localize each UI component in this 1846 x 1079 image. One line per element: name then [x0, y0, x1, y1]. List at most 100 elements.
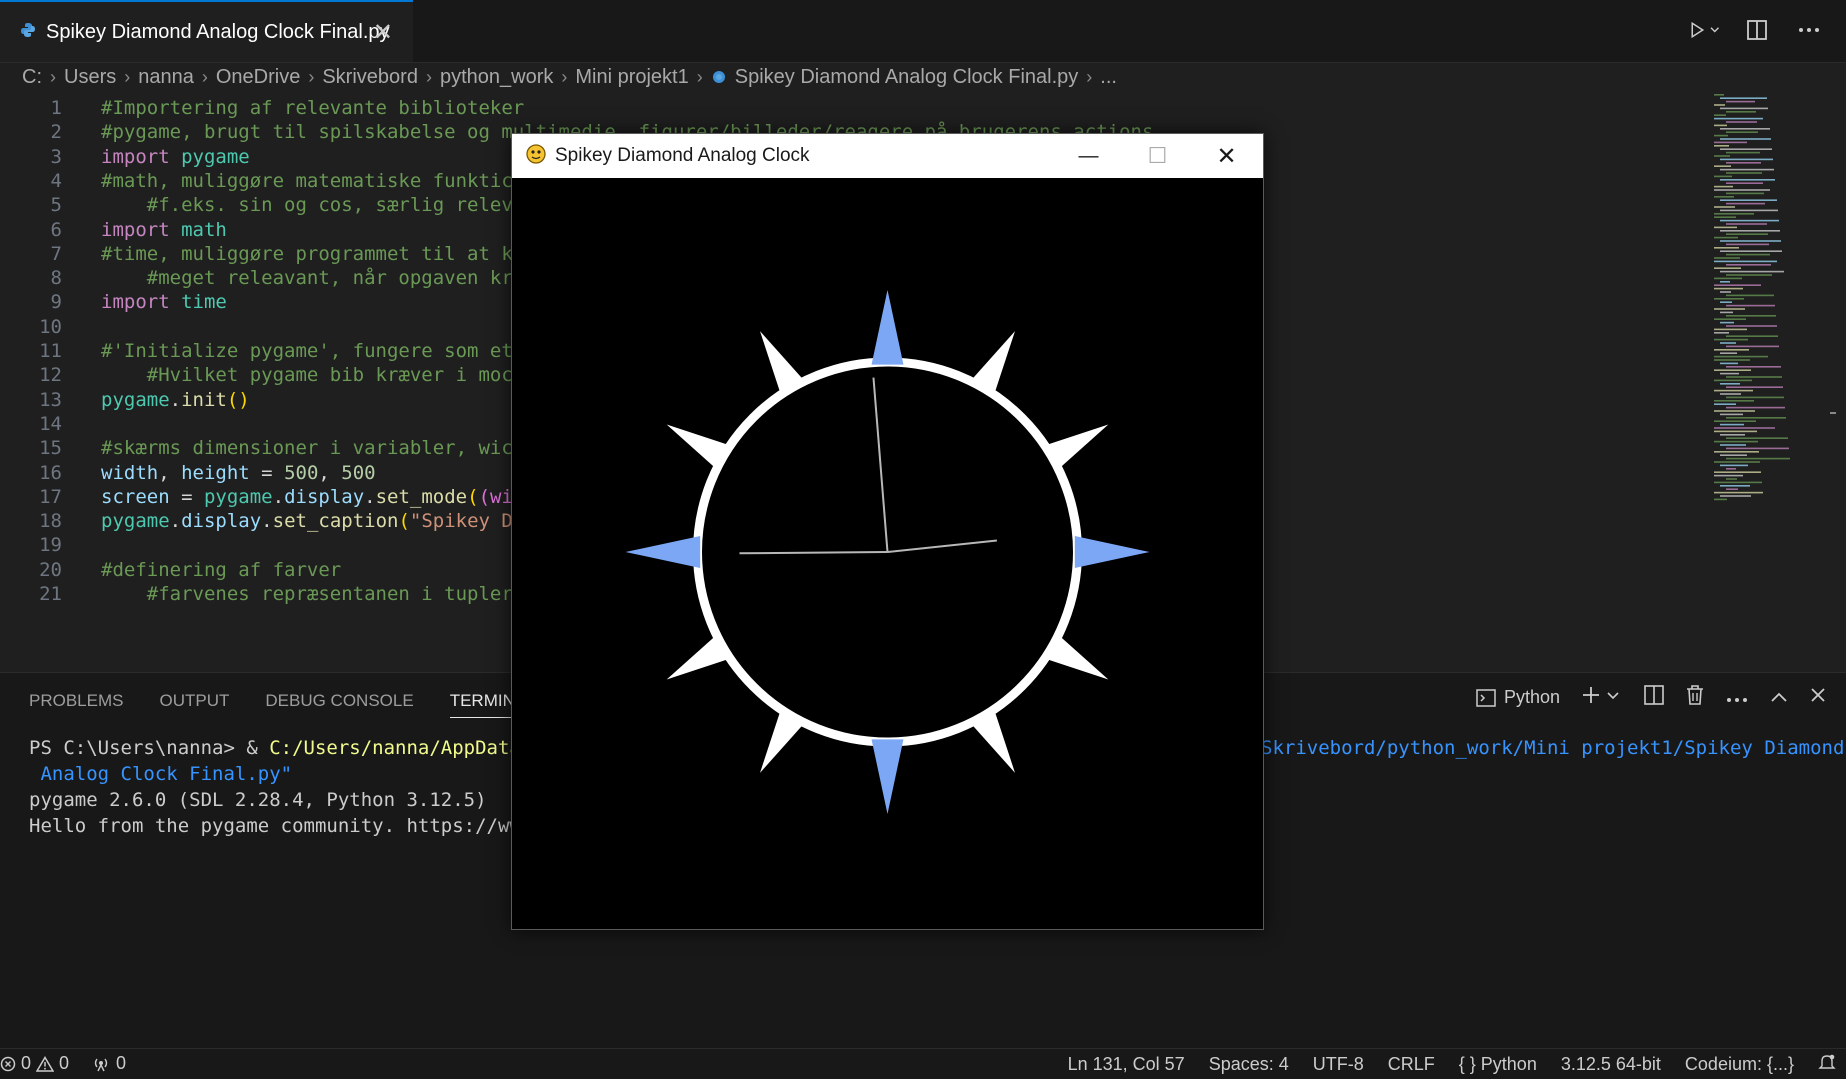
maximize-panel-button[interactable]: [1770, 687, 1788, 708]
minimap[interactable]: [1710, 92, 1836, 512]
breadcrumb-separator-icon: ›: [308, 66, 315, 87]
run-file-button[interactable]: [1690, 14, 1720, 46]
plus-icon: [1583, 687, 1619, 703]
tab-close-icon[interactable]: ✕: [373, 18, 393, 47]
breadcrumb-item[interactable]: Skrivebord: [322, 66, 418, 89]
ellipsis-icon: [1799, 28, 1819, 32]
breadcrumb-separator-icon: ›: [561, 66, 568, 87]
maximize-button[interactable]: ☐: [1123, 134, 1192, 178]
terminal-icon: [1476, 688, 1496, 707]
ports-count: 0: [116, 1053, 127, 1073]
warning-icon: [36, 1055, 55, 1072]
split-editor-button[interactable]: [1742, 14, 1772, 46]
panel-tabs: PROBLEMS OUTPUT DEBUG CONSOLE TERMINAL: [29, 691, 536, 718]
clock-spike-3: [1074, 536, 1150, 568]
minimap-slider: [1830, 412, 1836, 414]
editor-tab-label: Spikey Diamond Analog Clock Final.py: [46, 20, 390, 43]
codeium-status[interactable]: Codeium: {...}: [1685, 1054, 1794, 1075]
breadcrumb-item[interactable]: python_work: [440, 66, 553, 89]
clock-spike-6: [871, 739, 904, 814]
clock-second-hand: [887, 539, 998, 553]
panel-tab-problems[interactable]: PROBLEMS: [29, 691, 123, 718]
encoding-status[interactable]: UTF-8: [1313, 1054, 1364, 1075]
error-icon: [0, 1056, 16, 1071]
chevron-up-icon: [1771, 692, 1787, 702]
breadcrumb-separator-icon: ›: [696, 66, 703, 87]
cursor-position[interactable]: Ln 131, Col 57: [1068, 1054, 1185, 1075]
terminal-prompt: PS C:\Users\nanna> &: [29, 737, 270, 759]
warning-count: 0: [59, 1053, 70, 1073]
code-text: pygame.init(): [101, 388, 250, 411]
terminal-pygame-version: pygame 2.6.0 (SDL 2.28.4, Python 3.12.5): [29, 789, 487, 811]
trash-icon: [1687, 685, 1703, 705]
analog-clock: [625, 290, 1150, 814]
error-count: 0: [21, 1053, 32, 1073]
terminal-output[interactable]: PS C:\Users\nanna> & C:/Users/nanna/AppD…: [29, 735, 532, 839]
breadcrumb-separator-icon: ›: [425, 66, 432, 87]
terminal-hello-line: Hello from the pygame community. https:/…: [29, 815, 533, 837]
panel-actions: Python: [1476, 685, 1826, 710]
notifications-bell[interactable]: [1818, 1053, 1836, 1076]
minimize-icon: —: [1078, 144, 1099, 167]
editor-tab-bar: Spikey Diamond Analog Clock Final.py ✕: [0, 0, 1846, 63]
kill-terminal-button[interactable]: [1686, 685, 1704, 710]
editor-tab-active[interactable]: Spikey Diamond Analog Clock Final.py ✕: [0, 0, 413, 62]
clock-canvas: [512, 178, 1263, 929]
problems-status[interactable]: 0 0: [0, 1053, 69, 1074]
code-text: #farvenes repræsentanen i tupler: [101, 583, 513, 605]
terminal-command-path-tail-wrap: Skrivebord/python_work/Mini projekt1/Spi…: [1261, 735, 1844, 761]
close-icon: [1811, 688, 1825, 702]
breadcrumb-item[interactable]: Spikey Diamond Analog Clock Final.py: [735, 66, 1079, 89]
split-terminal-icon: [1644, 685, 1664, 705]
breadcrumb-item[interactable]: C:: [22, 66, 42, 89]
minimize-button[interactable]: —: [1054, 134, 1123, 178]
terminal-command-path: C:/Users/nanna/AppData/: [269, 737, 533, 759]
status-bar: 0 0 0 Ln 131, Col 57 Spaces: 4 UTF-8 CRL…: [0, 1048, 1846, 1079]
breadcrumb-separator-icon: ›: [201, 66, 208, 87]
pygame-snake-icon: [525, 143, 547, 170]
pygame-window[interactable]: Spikey Diamond Analog Clock — ☐ ✕: [511, 133, 1264, 930]
more-actions-button[interactable]: [1794, 14, 1824, 46]
split-editor-icon: [1747, 20, 1767, 40]
eol-status[interactable]: CRLF: [1388, 1054, 1435, 1075]
breadcrumb-separator-icon: ›: [1086, 66, 1093, 87]
breadcrumb: C: › Users › nanna › OneDrive › Skrivebord › pytho…: [22, 60, 1117, 94]
terminal-command-path-tail: Skrivebord/python_work/Mini projekt1/Spi…: [1261, 737, 1845, 759]
pygame-titlebar[interactable]: Spikey Diamond Analog Clock — ☐ ✕: [512, 134, 1263, 178]
close-window-button[interactable]: ✕: [1192, 134, 1261, 178]
clock-spike-12: [871, 290, 904, 365]
maximize-icon: ☐: [1147, 143, 1168, 168]
broadcast-icon: [94, 1058, 108, 1071]
shell-label: Python: [1503, 687, 1560, 707]
breadcrumb-separator-icon: ›: [124, 66, 131, 87]
editor-actions: [1690, 14, 1824, 46]
python-file-icon: [712, 71, 725, 83]
panel-more-button[interactable]: [1726, 687, 1748, 708]
breadcrumb-item[interactable]: Mini projekt1: [575, 66, 688, 89]
line-number: 21: [39, 583, 62, 605]
python-interpreter[interactable]: 3.12.5 64-bit: [1561, 1054, 1661, 1075]
split-terminal-button[interactable]: [1644, 685, 1664, 710]
code-text: import time: [101, 291, 227, 314]
terminal-shell-selector[interactable]: Python: [1476, 687, 1560, 708]
breadcrumb-separator-icon: ›: [50, 66, 56, 87]
breadcrumb-item[interactable]: ...: [1100, 66, 1117, 89]
breadcrumb-item[interactable]: OneDrive: [216, 66, 300, 89]
breadcrumb-item[interactable]: Users: [64, 66, 116, 89]
play-icon: [1691, 21, 1719, 39]
close-icon: ✕: [1216, 142, 1237, 170]
language-mode[interactable]: { } Python: [1459, 1054, 1537, 1075]
breadcrumb-item[interactable]: nanna: [138, 66, 194, 89]
indentation-status[interactable]: Spaces: 4: [1209, 1054, 1289, 1075]
code-text: pygame.display.set_caption("Spikey D: [101, 510, 513, 533]
ports-status[interactable]: 0: [91, 1053, 126, 1074]
python-file-icon: [20, 22, 36, 43]
panel-tab-debug-console[interactable]: DEBUG CONSOLE: [265, 691, 413, 718]
pygame-window-title: Spikey Diamond Analog Clock: [555, 145, 810, 166]
clock-spike-9: [625, 536, 701, 568]
close-panel-button[interactable]: [1810, 687, 1826, 708]
clock-hour-hand: [739, 551, 888, 555]
panel-tab-output[interactable]: OUTPUT: [159, 691, 229, 718]
new-terminal-button[interactable]: [1582, 685, 1622, 710]
clock-minute-hand: [872, 377, 889, 553]
